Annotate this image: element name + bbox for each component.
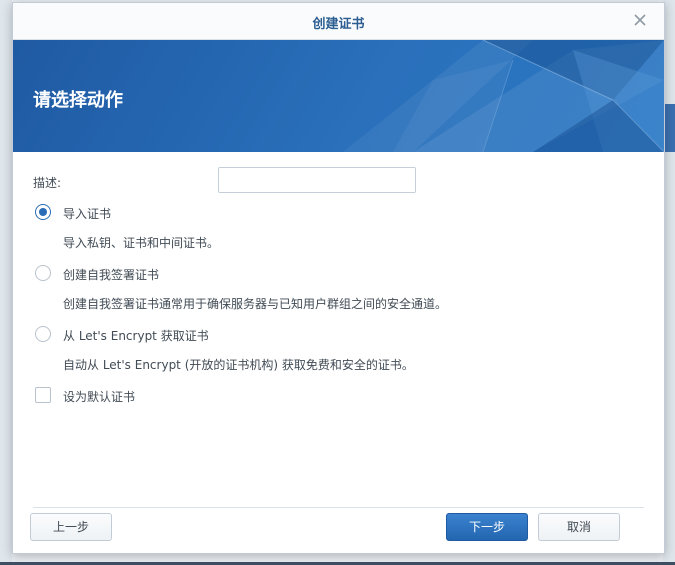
footer-divider bbox=[33, 507, 644, 508]
option-description: 创建自我签署证书通常用于确保服务器与已知用户群组之间的安全通道。 bbox=[63, 297, 448, 311]
checkbox-icon[interactable] bbox=[35, 387, 51, 403]
dialog-titlebar: 创建证书 bbox=[13, 3, 664, 40]
radio-checked-icon[interactable] bbox=[35, 204, 51, 220]
close-icon[interactable] bbox=[632, 12, 648, 28]
dialog-title: 创建证书 bbox=[312, 17, 365, 32]
checkbox-label: 设为默认证书 bbox=[63, 390, 136, 404]
description-label: 描述: bbox=[33, 176, 62, 190]
option-label: 导入证书 bbox=[63, 207, 112, 221]
radio-icon[interactable] bbox=[35, 326, 51, 342]
previous-button[interactable]: 上一步 bbox=[30, 513, 112, 541]
next-button[interactable]: 下一步 bbox=[446, 513, 528, 541]
option-description: 自动从 Let's Encrypt (开放的证书机构) 获取免费和安全的证书。 bbox=[63, 358, 414, 372]
banner-title: 请选择动作 bbox=[33, 90, 123, 111]
dialog-content: 描述: 导入证书 导入私钥、证书和中间证书。 创建自我签署证书 创建自我签署证书… bbox=[13, 152, 664, 508]
dialog-banner: 请选择动作 bbox=[13, 40, 664, 152]
option-description: 导入私钥、证书和中间证书。 bbox=[63, 236, 220, 250]
description-input[interactable] bbox=[218, 167, 416, 193]
cancel-button[interactable]: 取消 bbox=[538, 513, 620, 541]
radio-icon[interactable] bbox=[35, 265, 51, 281]
background-app-left bbox=[0, 0, 12, 565]
create-certificate-dialog: 创建证书 请选择动作 描述: 导入证书 导入私钥、证书和中间证书。 创建自我签署… bbox=[12, 2, 665, 554]
option-label: 创建自我签署证书 bbox=[63, 268, 160, 282]
option-label: 从 Let's Encrypt 获取证书 bbox=[63, 329, 209, 343]
